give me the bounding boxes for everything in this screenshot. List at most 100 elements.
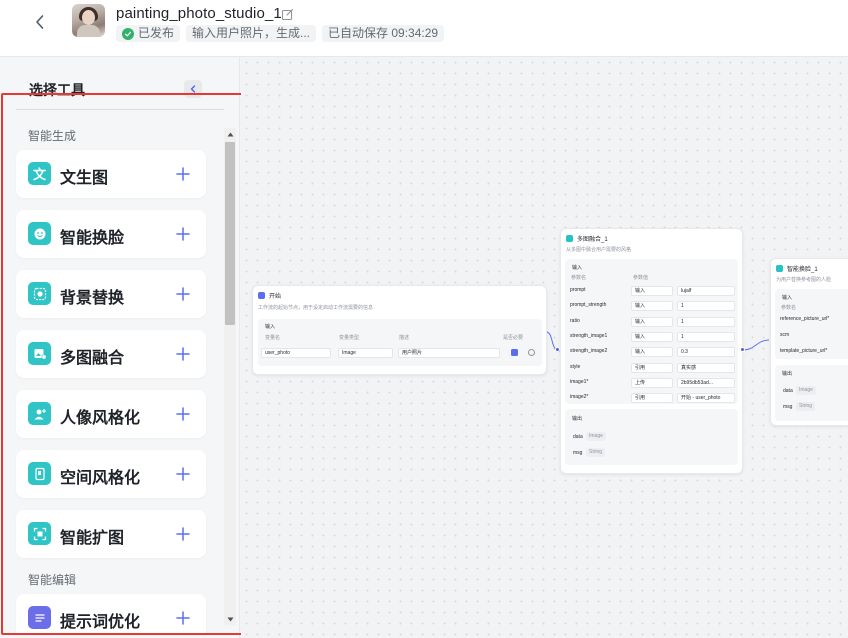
param-mode-select[interactable]: 上传 [631,377,673,388]
add-icon[interactable] [174,465,192,483]
edit-icon[interactable] [281,8,294,21]
var-desc-input[interactable]: 用户照片 [398,348,500,358]
param-name: prompt [570,287,586,293]
section-label: 输入 [572,265,583,271]
param-mode-select[interactable]: 输入 [631,331,673,342]
tool-panel-scrollbar[interactable] [224,128,236,625]
start-node[interactable]: 开始 工作流的起始节点，用于设定启动工作流需要的信息 输入 变量名 变量类型 描… [252,285,547,375]
col-header: 参数名 [571,275,587,281]
published-badge: 已发布 [116,25,181,42]
add-icon[interactable] [174,165,192,183]
tool-label: 人像风格化 [60,410,141,427]
faceswap-node[interactable]: 智能换脸_1 为用户替换参考图的人脸 输入 参数名 reference_pict… [770,258,848,426]
param-value-input[interactable]: 2b95db53ad... [677,377,735,388]
tool-label: 背景替换 [60,290,125,307]
col-header: 变量类型 [339,335,360,341]
scroll-down-arrow-icon[interactable] [224,613,236,625]
required-checkbox[interactable] [511,349,518,356]
portrait-stylize-icon [28,402,51,425]
description-chip[interactable]: 输入用户照片，生成... [186,25,317,42]
param-name: image1* [570,378,589,385]
tool-card-background-replace[interactable]: 背景替换 [16,270,206,318]
fusion-node[interactable]: 多图融合_1 从多图中融合用户需要的风格 输入 参数名 参数值 prompt 输入… [560,228,743,474]
var-name-input[interactable]: user_photo [261,348,331,358]
param-value-input[interactable]: 1 [677,331,735,342]
tool-card-text-to-image[interactable]: 文 文生图 [16,150,206,198]
face-swap-icon [28,222,51,245]
node-desc: 从多图中融合用户需要的风格 [566,247,632,253]
section-label: 输出 [572,416,583,422]
param-mode-select[interactable]: 输入 [631,301,673,312]
tool-card-face-swap[interactable]: 智能换脸 [16,210,206,258]
tool-card-image-expand[interactable]: 智能扩图 [16,510,206,558]
tool-label: 多图融合 [60,350,125,367]
param-name: reference_picture_url* [780,316,830,322]
autosave-status: 已自动保存 09:34:29 [322,25,445,42]
published-label: 已发布 [138,26,175,40]
add-icon[interactable] [174,405,192,423]
output-name: data [573,434,583,440]
col-header: 参数名 [781,305,797,311]
space-stylize-icon [28,462,51,485]
param-mode-select[interactable]: 输入 [631,316,673,327]
add-icon[interactable] [174,285,192,303]
param-value-input[interactable]: 1 [677,301,735,312]
tool-label: 提示词优化 [60,614,141,631]
collapse-panel-button[interactable] [184,80,202,98]
fusion-output-port[interactable] [740,347,745,352]
param-mode-select[interactable]: 引用 [631,362,673,373]
app-avatar [72,4,105,37]
param-name: image2* [570,394,589,401]
scroll-up-arrow-icon[interactable] [224,128,236,140]
param-mode-select[interactable]: 输入 [631,347,673,358]
param-mode-select[interactable]: 引用 [631,393,673,404]
chevron-left-icon [190,85,196,93]
tool-label: 智能换脸 [60,230,125,247]
param-value-input[interactable]: 0.3 [677,347,735,358]
prompt-optimize-icon [28,606,51,629]
divider [16,109,224,110]
add-icon[interactable] [174,225,192,243]
tool-label: 智能扩图 [60,530,125,547]
image-expand-icon [28,522,51,545]
tool-label: 空间风格化 [60,470,141,487]
back-button[interactable] [30,12,50,32]
fusion-input-port[interactable] [555,347,560,352]
text-to-image-icon: 文 [28,162,51,185]
var-type-select[interactable]: Image [338,348,393,358]
node-title: 开始 [269,294,282,300]
section-label: 输出 [782,371,793,377]
tool-card-portrait-stylize[interactable]: 人像风格化 [16,390,206,438]
add-icon[interactable] [174,345,192,363]
top-header: painting_photo_studio_1 已发布 输入用户照片，生成...… [0,0,848,57]
scroll-thumb[interactable] [225,142,235,325]
fusion-node-icon [566,235,573,242]
tool-card-image-fusion[interactable]: 多图融合 [16,330,206,378]
add-icon[interactable] [174,609,192,627]
param-mode-select[interactable]: 输入 [631,286,673,296]
chevron-left-icon [36,15,44,29]
add-icon[interactable] [174,525,192,543]
param-value-input[interactable]: 开始 - user_photo [677,393,735,404]
status-row: 已发布 输入用户照片，生成... 已自动保存 09:34:29 [116,25,445,42]
section-label: 输入 [265,324,276,330]
tool-card-space-stylize[interactable]: 空间风格化 [16,450,206,498]
param-value-input[interactable]: lujalf [677,286,735,296]
param-name: strength_image1 [570,332,608,339]
param-name: template_picture_url* [780,348,828,354]
section-label-generate: 智能生成 [28,129,77,143]
remove-var-icon[interactable] [528,349,535,356]
start-node-icon [258,292,265,299]
node-desc: 工作流的起始节点，用于设定启动工作流需要的信息 [258,305,374,311]
tool-label: 文生图 [60,170,109,187]
start-input-box [258,319,542,366]
node-title: 多图融合_1 [577,237,608,243]
col-header: 描述 [399,335,410,341]
param-value-input[interactable]: 真实感 [677,362,735,373]
col-header: 是否必要 [503,335,524,341]
tool-card-prompt-optimize[interactable]: 提示词优化 [16,594,206,634]
output-name: data [783,388,793,394]
col-header: 变量名 [265,335,281,341]
param-name: scm [780,332,790,338]
param-value-input[interactable]: 1 [677,316,735,327]
